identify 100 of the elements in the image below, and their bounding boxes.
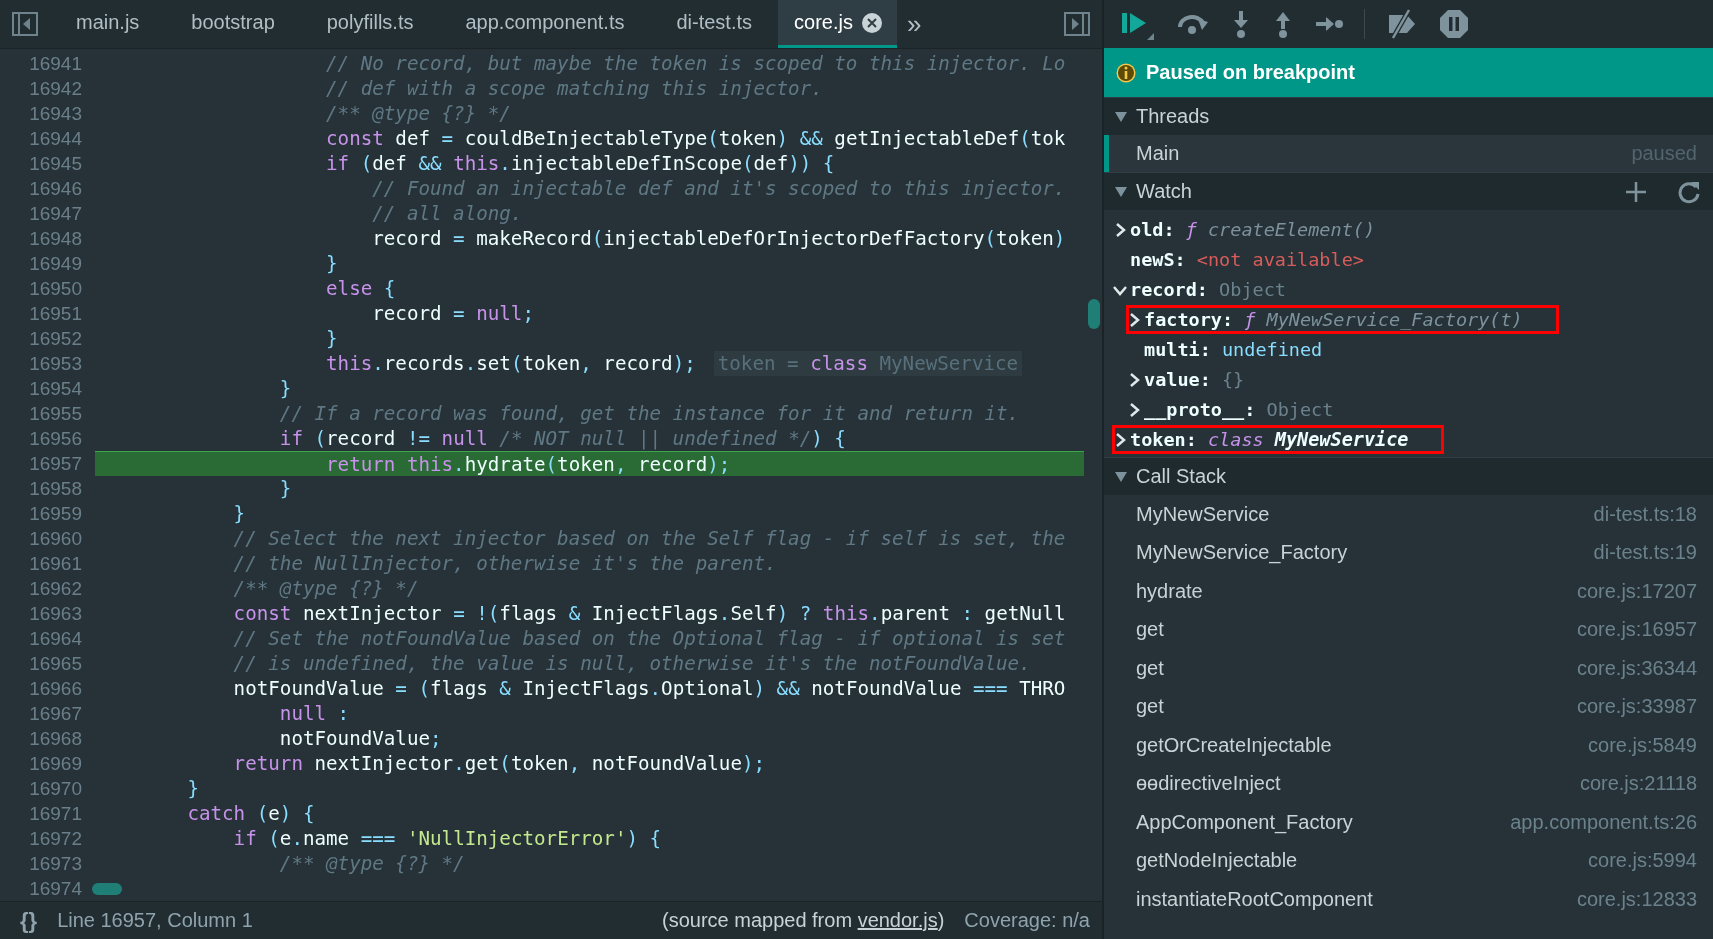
line-number: 16965 [28,652,83,675]
coverage-text: Coverage: n/a [964,909,1090,932]
stack-frame[interactable]: MyNewService_Factory di-test.ts:19 [1104,533,1713,572]
pause-icon[interactable] [1439,9,1469,39]
code-line: // def with a scope matching this injector. [325,76,824,101]
code-line: // Found an injectable def and it's scoped to this injector. [371,176,1067,201]
code-line: // is undefined, the value is null, otherwise it's the notFoundValue. [232,651,1032,676]
expanded-triangle-icon[interactable] [1114,110,1128,123]
line-number: 16969 [28,752,83,775]
stack-frame[interactable]: instantiateRootComponent core.js:12833 [1104,880,1713,919]
line-number: 16951 [28,302,83,325]
code-line: // all along. [371,201,524,226]
code-line: } [325,251,339,276]
line-number: 16955 [28,402,83,425]
stack-frame[interactable]: get core.js:33987 [1104,687,1713,726]
code-line: /** @type {?} */ [325,101,512,126]
code-line: } [325,326,339,351]
editor-tab[interactable]: di-test.ts [650,0,779,48]
code-line: } [186,776,200,801]
line-number: 16943 [28,102,83,125]
watch-item[interactable]: value: {} [1126,365,1251,394]
stack-frame[interactable]: AppComponent_Factory app.component.ts:26 [1104,803,1713,842]
pretty-print-button[interactable]: {} [20,907,38,934]
source-link[interactable]: vendor.js [857,909,938,931]
scrollbar-thumb[interactable] [1088,299,1100,329]
line-number: 16964 [28,627,83,650]
watch-item[interactable]: record: Object [1112,275,1292,304]
line-number: 16947 [28,202,83,225]
line-number: 16954 [28,377,83,400]
line-number: 16960 [28,527,83,550]
line-number: 16970 [28,777,83,800]
code-line: } [278,376,293,401]
line-number: 16961 [28,552,83,575]
stack-frame[interactable]: ɵɵdirectiveInject core.js:21118 [1104,764,1713,803]
paused-message: Paused on breakpoint [1146,61,1355,84]
line-number: 16953 [28,352,83,375]
editor-tab[interactable]: main.js [50,0,166,48]
watch-item[interactable]: factory: ƒ MyNewService_Factory(t) [1126,305,1559,334]
info-icon [1116,62,1136,83]
stack-frame[interactable]: MyNewService di-test.ts:18 [1104,495,1713,534]
line-number: 16942 [28,77,83,100]
close-icon[interactable] [860,11,883,34]
line-number: 16957 [28,452,83,475]
code-line: null : [278,701,351,726]
code-line: } [278,476,293,501]
line-number: 16973 [28,852,83,875]
code-line: // Select the next injector based on the Self flag - if self is set, the [232,526,1067,551]
stack-frame[interactable]: getOrCreateInjectable core.js:5849 [1104,726,1713,765]
code-line: return nextInjector.get(token, notFoundValue); [232,751,767,776]
line-number: 16949 [28,252,83,275]
sidebar-toggle-icon[interactable] [12,12,38,36]
line-number: 16959 [28,502,83,525]
watch-item[interactable]: token: class MyNewService [1112,425,1445,454]
line-number: 16952 [28,327,83,350]
code-line: if (def && this.injectableDefInScope(def)) { [325,151,836,176]
watch-item[interactable]: old: ƒ createElement() [1112,215,1382,244]
line-number: 16963 [28,602,83,625]
line-number: 16966 [28,677,83,700]
code-line: /** @type {?} */ [278,851,466,876]
line-number: 16968 [28,727,83,750]
sidebar-toggle-icon[interactable] [1064,12,1090,36]
line-number: 16958 [28,477,83,500]
add-icon[interactable] [1625,180,1647,203]
watch-item[interactable]: __proto__: Object [1126,395,1340,424]
code-line: notFoundValue; [278,726,443,751]
code-line: // the NullInjector, otherwise it's the parent. [232,551,778,576]
more-tabs-button[interactable]: » [896,0,932,48]
code-line: // Set the notFoundValue based on the Optional flag - if optional is set [232,626,1067,651]
code-line: // If a record was found, get the instance for it and return it. [278,401,1021,426]
refresh-icon[interactable] [1677,179,1701,204]
editor-tab[interactable]: app.component.ts [439,0,651,48]
code-line: record = makeRecord(injectableDefOrInjectorDefFactory(token) [371,226,1067,251]
stack-frame[interactable]: get core.js:16957 [1104,610,1713,649]
stack-frame[interactable]: get core.js:36344 [1104,649,1713,688]
line-number: 16971 [28,802,83,825]
watch-item[interactable]: multi: undefined [1126,335,1329,364]
stack-frame[interactable]: getNodeInjectable core.js:5994 [1104,841,1713,880]
scrollbar-thumb[interactable] [92,883,122,895]
code-line: /** @type {?} */ [232,576,420,601]
line-number: 16972 [28,827,83,850]
stack-frame[interactable]: hydrate core.js:17207 [1104,572,1713,611]
editor-tab[interactable]: polyfills.ts [300,0,440,48]
code-line: record = null; [371,301,535,326]
code-line: else { [325,276,397,301]
line-number: 16944 [28,127,83,150]
expanded-triangle-icon[interactable] [1114,470,1128,483]
expanded-triangle-icon[interactable] [1114,185,1128,198]
code-line: const def = couldBeInjectableType(token) && getInjectableDef(tok [325,126,1067,151]
editor-tab[interactable]: bootstrap [165,0,301,48]
code-line: notFoundValue = (flags & InjectFlags.Optional) && notFoundValue === THRO [232,676,1067,701]
editor-tab[interactable]: core.js [778,0,897,48]
line-number: 16948 [28,227,83,250]
inline-value-hint: token = class MyNewService [713,351,1023,376]
code-line: const nextInjector = !(flags & InjectFlags.Self) ? this.parent : getNull [232,601,1067,626]
line-number: 16956 [28,427,83,450]
line-number: 16962 [28,577,83,600]
watch-item[interactable]: newS: <not available> [1112,245,1370,274]
code-line: // No record, but maybe the token is scoped to this injector. Lo [325,51,1067,76]
code-line: if (record != null /* NOT null || undefined */) { [278,426,847,451]
code-line: this.records.set(token, record); [325,351,696,376]
